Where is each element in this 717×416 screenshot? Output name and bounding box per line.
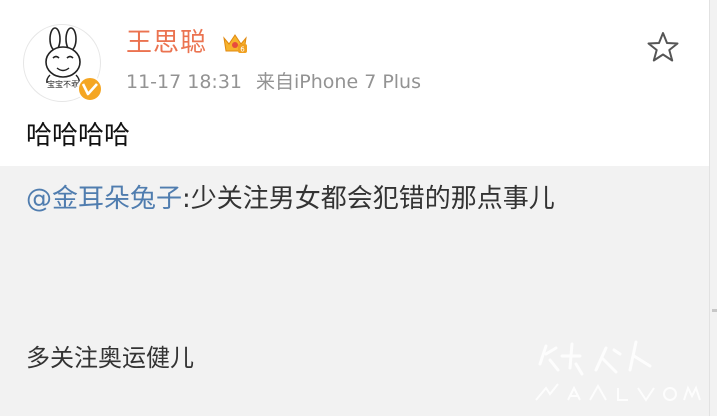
scrollbar-thumb[interactable] xyxy=(712,309,717,312)
author-name[interactable]: 王思聪 xyxy=(126,27,207,59)
star-outline-icon[interactable] xyxy=(646,30,680,64)
verified-badge-icon xyxy=(77,76,103,102)
post-timestamp: 11-17 18:31 xyxy=(126,71,243,93)
repost-separator: : xyxy=(182,184,191,214)
weibo-post-card: 宝宝不乖 王思聪 6 11-17 18:31 来自iPhone 7 Plus 哈哈… xyxy=(0,0,709,416)
repost-content: @金耳朵兔子:少关注男女都会犯错的那点事儿 xyxy=(26,181,555,217)
post-source[interactable]: 来自iPhone 7 Plus xyxy=(256,71,421,93)
repost-mention[interactable]: @金耳朵兔子 xyxy=(26,184,182,214)
post-text: 哈哈哈哈 xyxy=(26,121,131,151)
scrollbar-track[interactable] xyxy=(709,0,717,416)
crown-icon[interactable]: 6 xyxy=(222,32,248,58)
repost-text: 少关注男女都会犯错的那点事儿 xyxy=(190,184,555,214)
post-meta: 11-17 18:31 来自iPhone 7 Plus xyxy=(126,69,421,95)
repost-block[interactable]: @金耳朵兔子:少关注男女都会犯错的那点事儿 多关注奥运健儿 xyxy=(0,166,709,416)
svg-text:6: 6 xyxy=(240,46,245,54)
repost-text-line2: 多关注奥运健儿 xyxy=(26,344,194,372)
